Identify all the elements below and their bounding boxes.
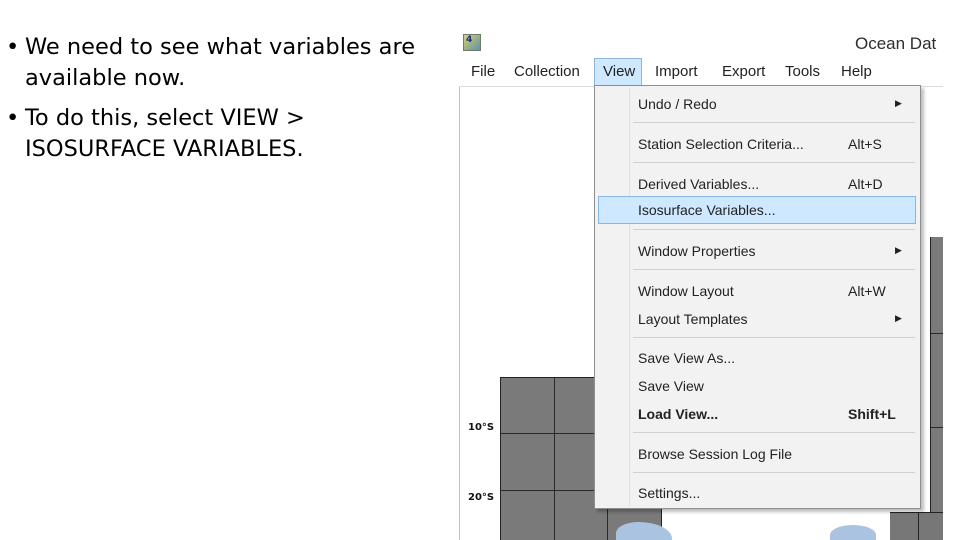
bullet-1: • We need to see what variables are avai… [6, 32, 438, 94]
menu-item-label: Station Selection Criteria... [638, 136, 804, 152]
submenu-arrow-icon: ▶ [895, 313, 902, 323]
menu-separator [633, 162, 915, 163]
menu-item-layout-templates[interactable]: Layout Templates ▶ [595, 305, 920, 333]
menu-item-undo-redo[interactable]: Undo / Redo ▶ [595, 90, 920, 118]
menu-item-label: Undo / Redo [638, 96, 717, 112]
menu-item-label: Browse Session Log File [638, 446, 793, 462]
menu-item-settings[interactable]: Settings... [595, 479, 920, 507]
menu-item-label: Save View As... [638, 350, 736, 366]
submenu-arrow-icon: ▶ [895, 245, 902, 255]
menu-item-save-view[interactable]: Save View [595, 372, 920, 400]
map-panel-right-bottom [890, 512, 943, 540]
bullet-text: We need to see what variables are availa… [25, 34, 416, 91]
menu-item-label: Load View... [638, 406, 719, 422]
view-dropdown-menu: Undo / Redo ▶ Station Selection Criteria… [594, 85, 921, 509]
menu-separator [633, 229, 915, 230]
menu-separator [633, 269, 915, 270]
ocean-area [830, 525, 876, 540]
submenu-arrow-icon: ▶ [895, 98, 902, 108]
bullet-2: • To do this, select VIEW > ISOSURFACE V… [6, 103, 438, 165]
bullet-text: To do this, select VIEW > ISOSURFACE VAR… [25, 105, 305, 162]
menu-bar: File Collection View Import Export Tools… [459, 58, 943, 87]
menu-file[interactable]: File [466, 58, 500, 86]
menu-view[interactable]: View [594, 58, 642, 86]
menu-item-isosurface-variables[interactable]: Isosurface Variables... [598, 196, 916, 224]
menu-item-window-properties[interactable]: Window Properties ▶ [595, 237, 920, 265]
menu-separator [633, 432, 915, 433]
menu-item-window-layout[interactable]: Window Layout Alt+W [595, 277, 920, 305]
menu-item-label: Save View [638, 378, 704, 394]
menu-item-load-view[interactable]: Load View... Shift+L [595, 400, 920, 428]
bullet-dot: • [6, 105, 20, 131]
menu-item-save-view-as[interactable]: Save View As... [595, 344, 920, 372]
menu-item-shortcut: Shift+L [848, 406, 896, 422]
menu-separator [633, 337, 915, 338]
window-title: Ocean Dat [855, 34, 937, 53]
menu-help[interactable]: Help [836, 58, 877, 86]
slide-bullets: • We need to see what variables are avai… [6, 32, 438, 174]
app-icon: 4 [463, 34, 481, 51]
menu-item-browse-session-log-file[interactable]: Browse Session Log File [595, 440, 920, 468]
menu-tools[interactable]: Tools [780, 58, 825, 86]
menu-item-shortcut: Alt+S [848, 136, 882, 152]
menu-item-label: Derived Variables... [638, 176, 760, 192]
ocean-area [616, 522, 672, 540]
menu-collection[interactable]: Collection [509, 58, 585, 86]
menu-item-shortcut: Alt+W [848, 283, 886, 299]
menu-import[interactable]: Import [650, 58, 703, 86]
app-window: 4 Ocean Dat File Collection View Import … [459, 28, 943, 540]
menu-separator [633, 122, 915, 123]
menu-item-label: Isosurface Variables... [638, 202, 776, 218]
lat-label-10s: 10°S [468, 422, 495, 433]
menu-separator [633, 472, 915, 473]
bullet-dot: • [6, 34, 20, 60]
menu-item-label: Window Properties [638, 243, 756, 259]
map-panel-right [930, 237, 943, 540]
menu-item-label: Settings... [638, 485, 701, 501]
menu-export[interactable]: Export [717, 58, 770, 86]
menu-item-derived-variables[interactable]: Derived Variables... Alt+D [595, 170, 920, 198]
menu-item-label: Window Layout [638, 283, 734, 299]
lat-label-20s: 20°S [468, 492, 495, 503]
menu-item-shortcut: Alt+D [848, 176, 883, 192]
title-bar: 4 Ocean Dat [459, 28, 943, 58]
menu-item-station-selection-criteria[interactable]: Station Selection Criteria... Alt+S [595, 130, 920, 158]
menu-item-label: Layout Templates [638, 311, 748, 327]
